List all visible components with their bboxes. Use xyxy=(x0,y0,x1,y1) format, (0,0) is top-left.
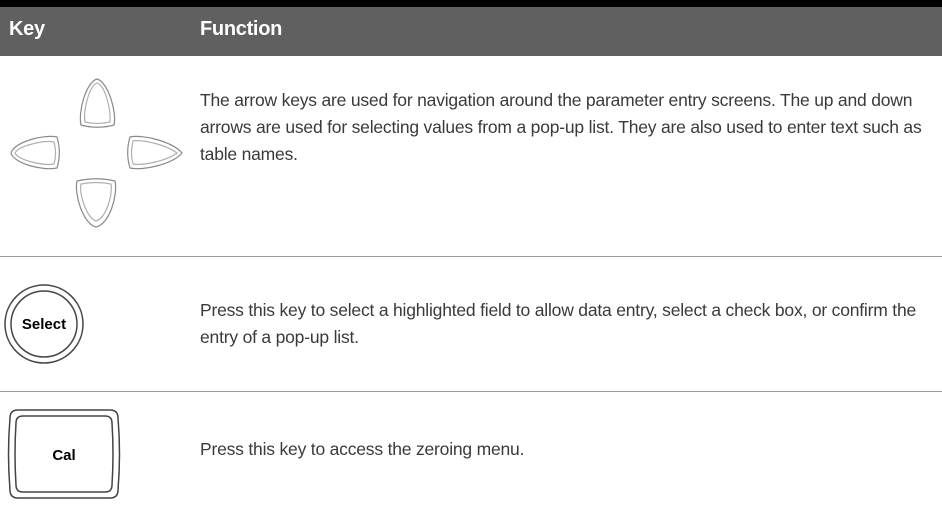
cal-key-icon: Cal xyxy=(7,409,121,499)
arrow-keys-description: The arrow keys are used for navigation a… xyxy=(200,90,922,164)
select-key-description: Press this key to select a highlighted f… xyxy=(200,300,917,347)
left-arrow-key-icon xyxy=(10,135,60,170)
column-header-function: Function xyxy=(200,18,283,40)
table-header: Key Function xyxy=(0,7,942,56)
cal-key-label: Cal xyxy=(52,447,75,464)
down-arrow-key-icon xyxy=(75,178,117,228)
table-row-arrow-keys: The arrow keys are used for navigation a… xyxy=(0,56,942,256)
column-header-key: Key xyxy=(9,18,45,40)
select-key-icon: Select xyxy=(4,284,84,364)
select-key-label: Select xyxy=(22,316,66,333)
up-arrow-key-icon xyxy=(79,78,116,128)
table-row-select-key: Select Press this key to select a highli… xyxy=(0,257,942,391)
table-top-rule xyxy=(0,0,942,7)
arrow-keys-icon xyxy=(10,78,183,228)
right-arrow-key-icon xyxy=(127,135,183,170)
cal-key-description: Press this key to access the zeroing men… xyxy=(200,439,525,459)
table-row-cal-key: Cal Press this key to access the zeroing… xyxy=(0,392,942,504)
